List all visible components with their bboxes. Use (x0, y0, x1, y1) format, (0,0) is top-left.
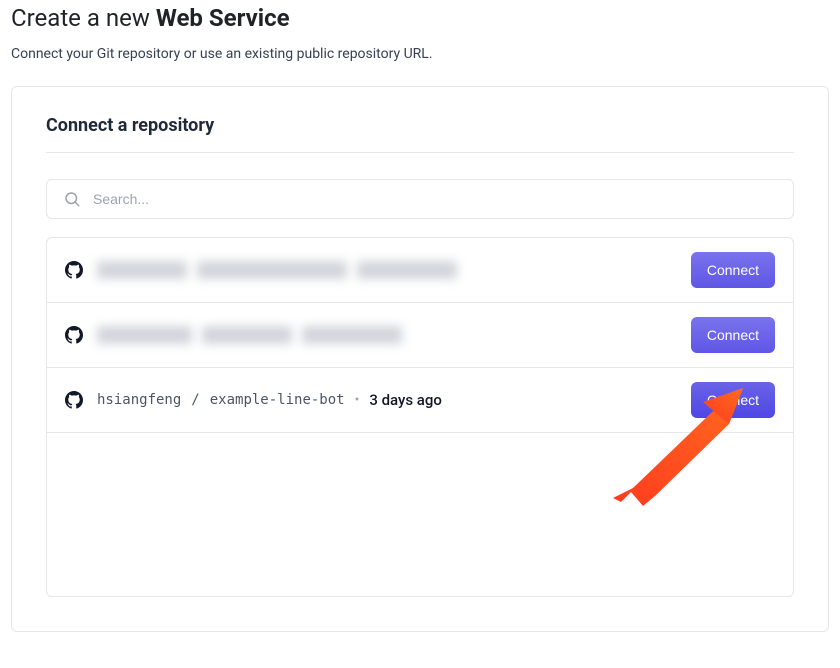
repo-dot-sep: • (355, 392, 360, 408)
repo-owner: hsiangfeng (97, 392, 181, 408)
page-title: Create a new Web Service (11, 4, 829, 32)
search-icon (63, 190, 81, 208)
repo-text (97, 326, 677, 344)
redacted-updated (302, 326, 402, 344)
github-icon (65, 326, 83, 344)
repo-row: hsiangfeng / example-line-bot • 3 days a… (47, 368, 793, 433)
redacted-owner (97, 326, 192, 344)
github-icon (65, 261, 83, 279)
page-subtitle: Connect your Git repository or use an ex… (11, 46, 829, 62)
repo-text (97, 261, 677, 279)
redacted-name (197, 261, 347, 279)
repo-name: example-line-bot (210, 392, 345, 408)
search-input[interactable] (93, 191, 777, 207)
redacted-owner (97, 261, 187, 279)
github-icon (65, 391, 83, 409)
redacted-updated (357, 261, 457, 279)
repo-text: hsiangfeng / example-line-bot • 3 days a… (97, 391, 677, 409)
repo-updated: 3 days ago (369, 391, 442, 409)
search-container (46, 179, 794, 219)
repo-row: Connect (47, 303, 793, 368)
repo-row: Connect (47, 238, 793, 303)
section-title: Connect a repository (46, 115, 794, 153)
repo-list: Connect Connect hsiangfeng / example-lin… (46, 237, 794, 597)
redacted-name (202, 326, 292, 344)
connect-button[interactable]: Connect (691, 252, 775, 288)
repo-path-sep: / (191, 392, 199, 408)
connect-repo-card: Connect a repository Connect (11, 86, 829, 632)
page-title-prefix: Create a new (11, 4, 156, 32)
connect-button[interactable]: Connect (691, 317, 775, 353)
page-title-bold: Web Service (156, 4, 290, 32)
connect-button[interactable]: Connect (691, 382, 775, 418)
